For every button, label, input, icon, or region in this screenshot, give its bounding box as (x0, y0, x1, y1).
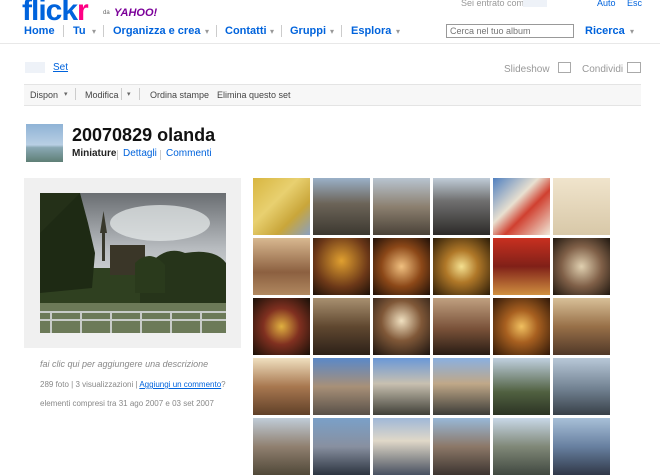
stats-text: 289 foto | 3 visualizzazioni | (40, 380, 138, 389)
logo-accent-text: r (77, 0, 89, 27)
logo-partner-prefix: da (103, 10, 110, 16)
slideshow-button[interactable]: Slideshow (504, 64, 550, 75)
set-date-range: elementi compresi tra 31 ago 2007 e 03 s… (40, 399, 214, 408)
tab-details[interactable]: Dettagli (123, 148, 157, 159)
photo-thumbnail[interactable] (313, 358, 370, 415)
tab-comments[interactable]: Commenti (166, 148, 212, 159)
nav-divider (341, 25, 342, 37)
photo-thumbnail[interactable] (373, 298, 430, 355)
nav-groups[interactable]: Gruppi (290, 25, 326, 37)
photo-thumbnail[interactable] (433, 418, 490, 475)
toolbar-divider (121, 88, 122, 100)
toolbar-delete-set[interactable]: Elimina questo set (217, 90, 291, 100)
nav-home[interactable]: Home (24, 25, 55, 37)
logo-text: flick (22, 0, 78, 27)
photo-thumbnail[interactable] (553, 178, 610, 235)
tab-divider (117, 150, 118, 160)
auto-link[interactable]: Auto (597, 0, 616, 8)
tab-thumbnails: Miniature (72, 148, 117, 159)
photo-thumbnail[interactable] (433, 298, 490, 355)
breadcrumb-set-link[interactable]: Set (53, 62, 68, 73)
photo-thumbnail[interactable] (493, 238, 550, 295)
primary-photo[interactable] (40, 193, 226, 333)
photo-thumbnail[interactable] (493, 418, 550, 475)
toolbar-divider (139, 88, 140, 100)
chevron-down-icon[interactable]: ▾ (330, 27, 334, 36)
photo-thumbnail[interactable] (553, 418, 610, 475)
photo-thumbnail[interactable] (253, 358, 310, 415)
stats-suffix: ? (221, 380, 226, 389)
photo-thumbnail[interactable] (373, 418, 430, 475)
photo-thumbnail[interactable] (373, 238, 430, 295)
username-redacted (523, 0, 547, 7)
signed-in-label: Sei entrato come (461, 0, 530, 8)
share-icon[interactable] (627, 62, 641, 73)
set-cover-thumbnail (26, 124, 63, 162)
search-input[interactable] (446, 24, 574, 38)
set-stats: 289 foto | 3 visualizzazioni | Aggiungi … (40, 380, 226, 389)
flickr-logo[interactable]: flickr (22, 0, 89, 28)
nav-contacts[interactable]: Contatti (225, 25, 267, 37)
photo-thumbnail[interactable] (253, 178, 310, 235)
photo-thumbnail[interactable] (553, 238, 610, 295)
photo-thumbnail[interactable] (433, 238, 490, 295)
nav-divider (216, 25, 217, 37)
primary-photo-image (40, 193, 226, 333)
toolbar-display[interactable]: Dispon (30, 90, 58, 100)
chevron-down-icon[interactable]: ▾ (396, 27, 400, 36)
search-button[interactable]: Ricerca (585, 25, 625, 37)
chevron-down-icon[interactable]: ▾ (92, 27, 96, 36)
photo-thumbnail[interactable] (253, 298, 310, 355)
nav-organize[interactable]: Organizza e crea (113, 25, 200, 37)
photo-thumbnail[interactable] (253, 418, 310, 475)
slideshow-icon[interactable] (558, 62, 571, 73)
nav-divider (63, 25, 64, 37)
photo-thumbnail[interactable] (553, 298, 610, 355)
toolbar-order-prints[interactable]: Ordina stampe (150, 90, 209, 100)
chevron-down-icon[interactable]: ▾ (270, 27, 274, 36)
photo-thumbnail[interactable] (313, 418, 370, 475)
photo-thumbnail[interactable] (493, 358, 550, 415)
page-title[interactable]: 20070829 olanda (72, 125, 215, 146)
header-divider (0, 43, 660, 44)
photo-thumbnail[interactable] (313, 178, 370, 235)
nav-explore[interactable]: Esplora (351, 25, 391, 37)
photo-thumbnail[interactable] (493, 178, 550, 235)
tab-divider (160, 150, 161, 160)
nav-divider (103, 25, 104, 37)
chevron-down-icon[interactable]: ▾ (127, 90, 131, 98)
breadcrumb-user-redacted[interactable] (25, 62, 45, 73)
toolbar-edit[interactable]: Modifica (85, 90, 119, 100)
photo-thumbnail[interactable] (373, 178, 430, 235)
photo-thumbnail[interactable] (493, 298, 550, 355)
photo-thumbnail[interactable] (253, 238, 310, 295)
add-comment-link[interactable]: Aggiungi un commento (139, 380, 221, 389)
photo-thumbnail[interactable] (313, 298, 370, 355)
sign-out-link[interactable]: Esc (627, 0, 642, 8)
chevron-down-icon[interactable]: ▾ (64, 90, 68, 98)
nav-you[interactable]: Tu (73, 25, 86, 37)
toolbar-divider (75, 88, 76, 100)
nav-divider (281, 25, 282, 37)
chevron-down-icon[interactable]: ▾ (630, 27, 634, 36)
share-button[interactable]: Condividi (582, 64, 623, 75)
photo-thumbnail[interactable] (313, 238, 370, 295)
yahoo-logo: YAHOO! (114, 7, 158, 19)
photo-thumbnail[interactable] (553, 358, 610, 415)
photo-thumbnail[interactable] (433, 178, 490, 235)
description-prompt[interactable]: fai clic qui per aggiungere una descrizi… (40, 359, 208, 369)
photo-thumbnail[interactable] (433, 358, 490, 415)
photo-thumbnail[interactable] (373, 358, 430, 415)
chevron-down-icon[interactable]: ▾ (205, 27, 209, 36)
